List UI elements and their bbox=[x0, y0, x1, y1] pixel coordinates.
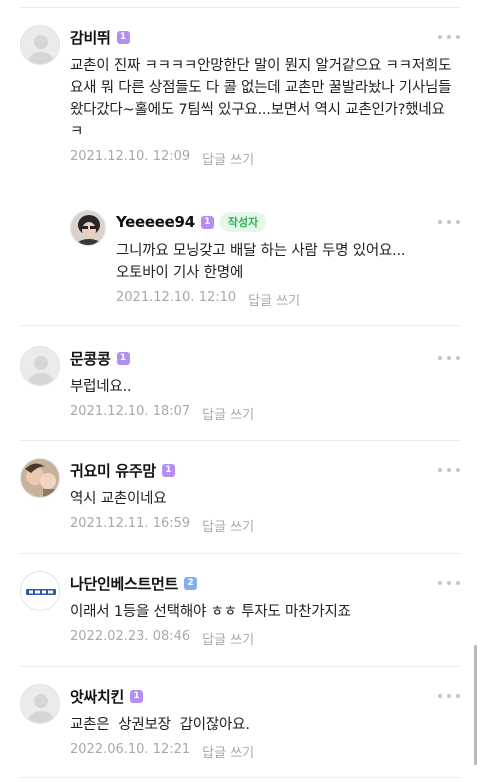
comment-text: 이래서 1등을 선택해야 ㅎㅎ 투자도 마찬가지죠 bbox=[70, 604, 351, 620]
comment-author[interactable]: 나단인베스트먼트 bbox=[70, 573, 178, 594]
comment-author[interactable]: 감비뛰 bbox=[70, 27, 111, 48]
comment-author[interactable]: Yeeeee94 bbox=[116, 213, 195, 231]
more-dots-icon[interactable] bbox=[438, 579, 460, 587]
comment-item: 앗싸치킨 1 교촌은 상권보장 갑이잖아요. 2022.06.10. 12:21… bbox=[20, 684, 460, 769]
comment-item: 문콩콩 1 부럽네요.. 2021.12.10. 18:07 답글 쓰기 bbox=[20, 346, 460, 426]
reply-button[interactable]: 답글 쓰기 bbox=[202, 516, 254, 535]
comment-date: 2021.12.10. 12:09 bbox=[70, 149, 191, 164]
default-avatar-icon bbox=[21, 26, 59, 64]
comment-date: 2022.02.23. 08:46 bbox=[70, 629, 191, 644]
comment-item: 귀요미 유주맘 1 역시 교촌이네요 2021.12.11. 16:59 답글 … bbox=[20, 458, 460, 538]
reply-button[interactable]: 답글 쓰기 bbox=[202, 629, 254, 648]
comment-text: 교촌은 상권보장 갑이잖아요. bbox=[70, 717, 250, 733]
comment-date: 2022.06.10. 12:21 bbox=[70, 742, 191, 757]
profile-photo-icon bbox=[21, 459, 59, 497]
avatar[interactable] bbox=[20, 25, 60, 65]
level-badge: 1 bbox=[161, 463, 175, 477]
comment-text: 교촌이 진짜 ㅋㅋㅋㅋ안망한단 말이 뭔지 알거같으요 ㅋㅋ저희도 요새 뭐 다… bbox=[70, 58, 452, 140]
divider bbox=[20, 666, 460, 667]
level-badge: 1 bbox=[200, 215, 214, 229]
comment-item: 감비뛰 1 교촌이 진짜 ㅋㅋㅋㅋ안망한단 말이 뭔지 알거같으요 ㅋㅋ저희도 … bbox=[20, 25, 460, 175]
reply-button[interactable]: 답글 쓰기 bbox=[202, 742, 254, 761]
profile-photo-icon bbox=[71, 211, 105, 245]
comment-date: 2021.12.10. 12:10 bbox=[116, 290, 237, 305]
comment-author[interactable]: 문콩콩 bbox=[70, 348, 111, 369]
avatar[interactable] bbox=[20, 458, 60, 498]
avatar[interactable] bbox=[20, 346, 60, 386]
top-divider bbox=[20, 7, 460, 8]
more-dots-icon[interactable] bbox=[438, 354, 460, 362]
level-badge: 1 bbox=[116, 351, 130, 365]
reply-button[interactable]: 답글 쓰기 bbox=[202, 404, 254, 423]
comment-item: 나단인베스트먼트 2 이래서 1등을 선택해야 ㅎㅎ 투자도 마찬가지죠 202… bbox=[20, 571, 460, 651]
comment-text: 그니까요 모닝갖고 배달 하는 사람 두명 있어요... 오토바이 기사 한명에 bbox=[116, 243, 406, 281]
default-avatar-icon bbox=[21, 347, 59, 385]
more-dots-icon[interactable] bbox=[438, 466, 460, 474]
avatar[interactable] bbox=[20, 571, 60, 611]
more-dots-icon[interactable] bbox=[438, 218, 460, 226]
divider bbox=[20, 777, 460, 778]
avatar[interactable] bbox=[70, 210, 106, 246]
comment-author[interactable]: 앗싸치킨 bbox=[70, 686, 124, 707]
comment-text: 부럽네요.. bbox=[70, 379, 132, 395]
more-dots-icon[interactable] bbox=[438, 692, 460, 700]
scrollbar[interactable] bbox=[474, 645, 477, 765]
level-badge: 1 bbox=[116, 30, 130, 44]
default-avatar-icon bbox=[21, 685, 59, 723]
divider bbox=[20, 325, 460, 326]
comment-author[interactable]: 귀요미 유주맘 bbox=[70, 460, 156, 481]
company-logo-icon bbox=[21, 572, 59, 610]
author-tag: 작성자 bbox=[219, 212, 267, 232]
divider bbox=[20, 553, 460, 554]
avatar[interactable] bbox=[20, 684, 60, 724]
comment-date: 2021.12.10. 18:07 bbox=[70, 404, 191, 419]
reply-button[interactable]: 답글 쓰기 bbox=[248, 290, 300, 309]
divider bbox=[20, 440, 460, 441]
comment-text: 역시 교촌이네요 bbox=[70, 491, 167, 507]
reply-button[interactable]: 답글 쓰기 bbox=[202, 149, 254, 168]
level-badge: 2 bbox=[184, 576, 198, 590]
more-dots-icon[interactable] bbox=[438, 33, 460, 41]
reply-item: Yeeeee94 1 작성자 그니까요 모닝갖고 배달 하는 사람 두명 있어요… bbox=[70, 210, 460, 320]
comment-date: 2021.12.11. 16:59 bbox=[70, 516, 191, 531]
level-badge: 1 bbox=[130, 689, 144, 703]
